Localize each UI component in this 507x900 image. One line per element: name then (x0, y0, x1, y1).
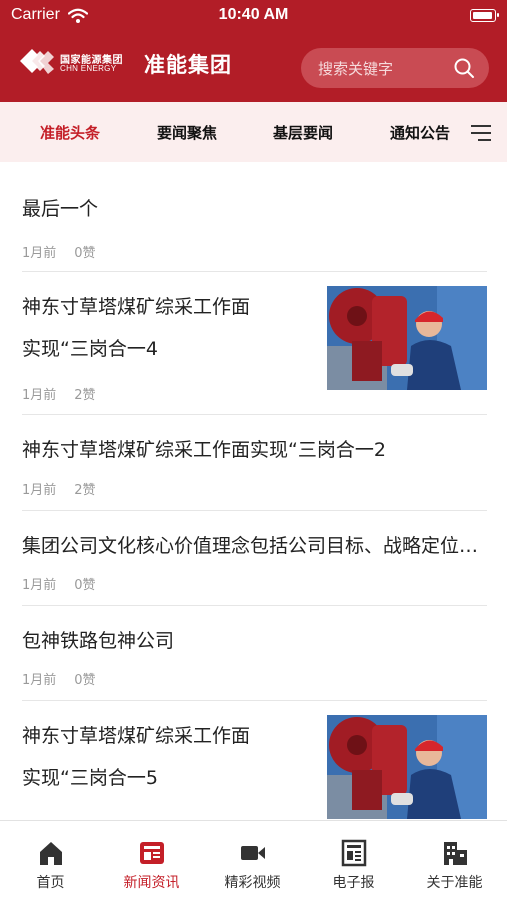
tabbar-item-about[interactable]: 关于准能 (404, 821, 505, 900)
tabbar-label: 首页 (36, 875, 65, 891)
tabbar-item-video[interactable]: 精彩视频 (202, 821, 303, 900)
status-bar: Carrier 10:40 AM (0, 0, 507, 32)
list-item[interactable]: 集团公司文化核心价值理念包括公司目标、战略定位和核心价值观 1月前 0赞 (22, 511, 487, 606)
list-item[interactable]: 最后一个 1月前 0赞 (22, 188, 487, 272)
home-icon (40, 842, 62, 865)
bottom-tab-bar: 首页 新闻资讯 精彩视频 电子报 关于准能 (0, 820, 507, 900)
battery-icon (470, 9, 499, 22)
news-likes: 0赞 (74, 246, 96, 261)
news-time: 1月前 (22, 578, 57, 593)
tab-headlines[interactable]: 准能头条 (40, 122, 100, 143)
tabbar-item-home[interactable]: 首页 (0, 821, 101, 900)
news-time: 1月前 (22, 483, 57, 498)
list-item[interactable]: 包神铁路包神公司 1月前 0赞 (22, 606, 487, 701)
news-title-line2: 实现“三岗合一5 (22, 767, 158, 789)
newspaper-icon (341, 839, 367, 867)
news-title: 集团公司文化核心价值理念包括公司目标、战略定位和核心价值观 (22, 535, 487, 557)
news-title-line2: 实现“三岗合一4 (22, 338, 158, 360)
news-meta: 1月前 0赞 (22, 242, 114, 261)
building-icon (444, 842, 467, 865)
search-icon[interactable] (453, 57, 475, 79)
news-title-line1: 神东寸草塔煤矿综采工作面 (22, 725, 251, 747)
search-input[interactable]: 搜索关键字 (301, 48, 489, 88)
tabbar-label: 精彩视频 (224, 875, 281, 891)
brand-en-text: CHN ENERGY (60, 64, 117, 73)
news-meta: 1月前 2赞 (22, 384, 114, 403)
news-likes: 0赞 (74, 673, 96, 688)
tabbar-item-epaper[interactable]: 电子报 (303, 821, 404, 900)
tab-notices[interactable]: 通知公告 (390, 122, 458, 143)
tab-news-focus[interactable]: 要闻聚焦 (157, 122, 217, 143)
news-time: 1月前 (22, 673, 57, 688)
news-thumbnail[interactable] (327, 715, 487, 819)
tabbar-label: 电子报 (332, 875, 375, 891)
video-icon (241, 846, 265, 860)
tabbar-label: 关于准能 (426, 875, 483, 891)
news-likes: 0赞 (74, 578, 96, 593)
tab-local-news[interactable]: 基层要闻 (273, 122, 333, 143)
clock: 10:40 AM (218, 6, 289, 23)
news-meta: 1月前 0赞 (22, 669, 114, 688)
news-title: 神东寸草塔煤矿综采工作面实现“三岗合一2 (22, 439, 386, 461)
news-time: 1月前 (22, 388, 57, 403)
news-likes: 2赞 (74, 388, 96, 403)
news-title: 最后一个 (22, 198, 99, 220)
news-title: 包神铁路包神公司 (22, 630, 175, 652)
list-item[interactable]: 神东寸草塔煤矿综采工作面 实现“三岗合一5 (22, 701, 487, 820)
list-item[interactable]: 神东寸草塔煤矿综采工作面实现“三岗合一2 1月前 2赞 (22, 415, 487, 511)
list-item[interactable]: 神东寸草塔煤矿综采工作面 实现“三岗合一4 1月前 2赞 (22, 272, 487, 415)
category-tabs: 准能头条 要闻聚焦 基层要闻 通知公告 (0, 102, 507, 162)
menu-icon[interactable] (471, 122, 491, 142)
news-likes: 2赞 (74, 483, 96, 498)
page-title: 准能集团 (144, 53, 232, 77)
search-placeholder: 搜索关键字 (318, 60, 394, 78)
news-time: 1月前 (22, 246, 57, 261)
tabbar-item-news[interactable]: 新闻资讯 (101, 821, 202, 900)
news-meta: 1月前 2赞 (22, 479, 114, 498)
news-title-line1: 神东寸草塔煤矿综采工作面 (22, 296, 251, 318)
chn-energy-logo (20, 49, 54, 74)
news-thumbnail[interactable] (327, 286, 487, 390)
app-header: Carrier 10:40 AM 国家能源集团 CHN ENERGY 准能集团 … (0, 0, 507, 102)
news-meta: 1月前 0赞 (22, 574, 114, 593)
tabbar-label: 新闻资讯 (123, 875, 180, 891)
news-list: 最后一个 1月前 0赞 神东寸草塔煤矿综采工作面 实现“三岗合一4 1月前 2赞 (0, 162, 507, 820)
news-icon (140, 842, 164, 864)
